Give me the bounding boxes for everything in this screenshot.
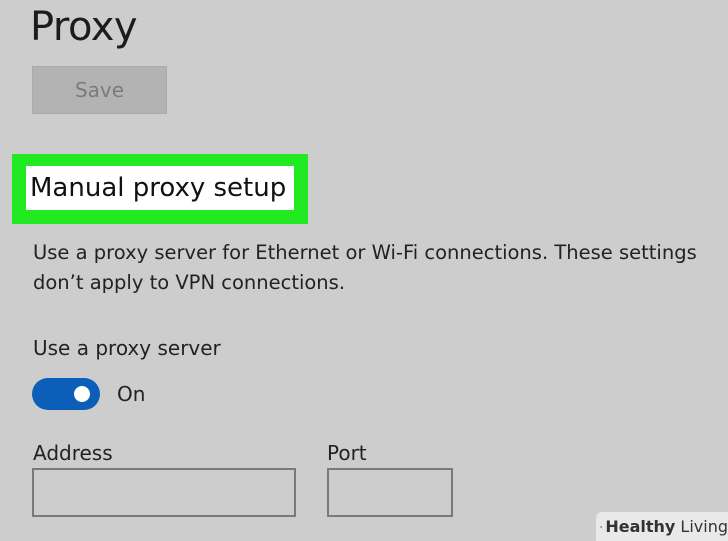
section-description: Use a proxy server for Ethernet or Wi-Fi… [33,241,697,294]
use-proxy-label: Use a proxy server [33,336,221,360]
address-input[interactable] [32,468,296,517]
port-label: Port [327,441,367,465]
page-title: Proxy [30,4,138,50]
watermark: Healthy Living [596,512,728,541]
save-button[interactable]: Save [32,66,167,114]
plus-cross-icon [600,525,603,528]
port-input[interactable] [327,468,453,517]
watermark-text: Healthy Living [605,517,728,536]
toggle-state-label: On [117,382,146,406]
section-heading: Manual proxy setup [26,166,294,210]
use-proxy-toggle[interactable] [32,378,100,410]
address-label: Address [33,441,113,465]
toggle-knob [74,386,90,402]
